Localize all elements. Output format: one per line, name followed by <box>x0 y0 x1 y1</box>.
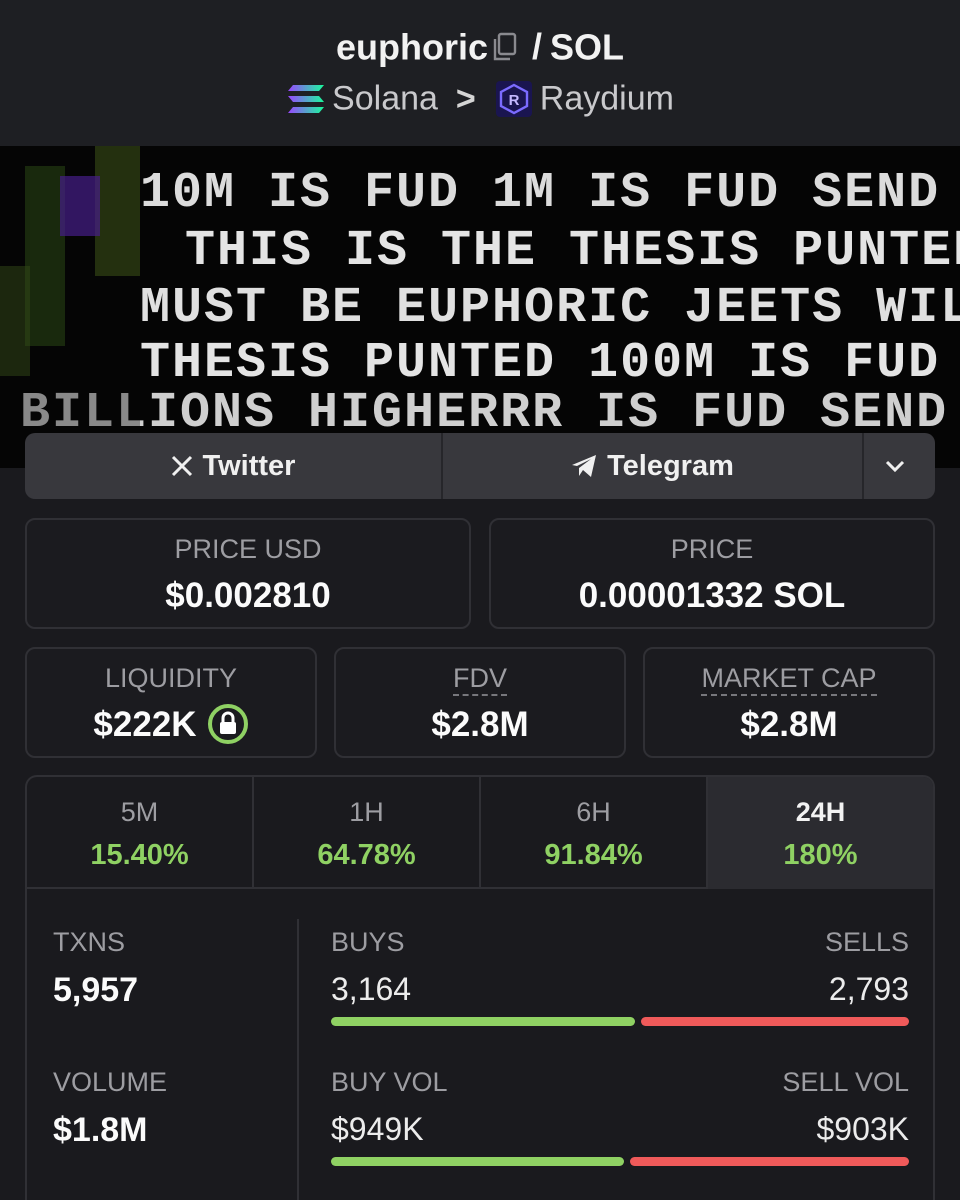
solana-logo-icon <box>288 85 325 114</box>
tab-6h[interactable]: 6H 91.84% <box>481 777 708 889</box>
price-usd-value: $0.002810 <box>165 576 331 615</box>
fdv-label[interactable]: FDV <box>453 663 507 696</box>
panel-divider <box>297 919 299 1200</box>
tab-change: 91.84% <box>544 839 643 871</box>
telegram-button[interactable]: Telegram <box>443 433 864 499</box>
market-cap-box: MARKET CAP $2.8M <box>643 647 935 758</box>
sells-ratio-bar <box>641 1017 909 1026</box>
more-links-button[interactable] <box>864 433 935 499</box>
pair-separator: / <box>531 26 542 68</box>
liquidity-value: $222K <box>93 705 197 744</box>
liquidity-label: LIQUIDITY <box>104 663 238 693</box>
twitter-label: Twitter <box>202 449 296 482</box>
buys-label: BUYS <box>331 927 405 957</box>
breadcrumb-chevron: > <box>455 79 476 118</box>
price-usd-label: PRICE USD <box>174 534 322 564</box>
tab-24h[interactable]: 24H 180% <box>708 777 933 889</box>
liquidity-box: LIQUIDITY $222K <box>25 647 317 758</box>
buys-value: 3,164 <box>331 971 412 1007</box>
quote-token: SOL <box>550 26 625 68</box>
pair-header: euphoric / SOL Solana > R Raydium <box>0 0 960 146</box>
tab-label: 6H <box>576 797 611 827</box>
buy-vol-value: $949K <box>331 1111 424 1147</box>
tab-label: 1H <box>349 797 384 827</box>
banner-line-4: THESIS PUNTED 100M IS FUD 1 <box>140 335 960 392</box>
price-native-box: PRICE 0.00001332 SOL <box>489 518 935 629</box>
tab-change: 180% <box>783 839 858 871</box>
sell-vol-ratio-bar <box>630 1157 909 1166</box>
liquidity-value-row: $222K <box>27 703 315 745</box>
banner-line-3: MUST BE EUPHORIC JEETS WILL <box>140 280 960 337</box>
banner-line-2: THIS IS THE THESIS PUNTED <box>185 223 960 280</box>
transactions-panel: TXNS 5,957 BUYS 3,164 SELLS 2,793 VOLUME… <box>25 889 935 1200</box>
x-logo-icon <box>171 455 192 477</box>
token-banner-image: 10M IS FUD 1M IS FUD SEND THIS IS THE TH… <box>0 146 960 468</box>
tab-label: 5M <box>120 797 159 827</box>
banner-line-1: 10M IS FUD 1M IS FUD SEND <box>140 165 940 222</box>
token-name: euphoric <box>335 26 488 68</box>
chain-breadcrumb: Solana > R Raydium <box>0 78 960 119</box>
price-native-value: 0.00001332 SOL <box>578 576 846 615</box>
social-links-bar: Twitter Telegram <box>25 433 935 499</box>
buy-vol-label: BUY VOL <box>331 1067 448 1097</box>
market-cap-label[interactable]: MARKET CAP <box>701 663 877 696</box>
copy-icon[interactable] <box>492 32 518 62</box>
dex-link[interactable]: Raydium <box>540 80 674 118</box>
twitter-button[interactable]: Twitter <box>25 433 443 499</box>
chain-link[interactable]: Solana <box>332 80 438 118</box>
pair-title: euphoric / SOL <box>0 24 960 68</box>
sell-vol-label: SELL VOL <box>782 1067 909 1097</box>
telegram-plane-icon <box>572 455 597 477</box>
price-native-label: PRICE <box>670 534 754 564</box>
buy-vol-ratio-bar <box>331 1157 624 1166</box>
lock-icon[interactable] <box>207 703 249 745</box>
tab-label: 24H <box>795 797 846 827</box>
sells-value: 2,793 <box>828 971 909 1007</box>
tab-change: 64.78% <box>317 839 416 871</box>
volume-label: VOLUME <box>53 1067 168 1097</box>
buys-ratio-bar <box>331 1017 635 1026</box>
banner-graphic: 10M IS FUD 1M IS FUD SEND THIS IS THE TH… <box>0 146 960 468</box>
chevron-down-icon <box>885 460 904 473</box>
tab-change: 15.40% <box>90 839 189 871</box>
sell-vol-value: $903K <box>816 1111 909 1147</box>
sells-label: SELLS <box>824 927 909 957</box>
svg-text:R: R <box>508 92 519 109</box>
tab-5m[interactable]: 5M 15.40% <box>27 777 254 889</box>
fdv-value: $2.8M <box>431 705 529 744</box>
timeframe-tabs: 5M 15.40% 1H 64.78% 6H 91.84% 24H 180% <box>25 775 935 889</box>
market-cap-value: $2.8M <box>740 705 838 744</box>
price-usd-box: PRICE USD $0.002810 <box>25 518 471 629</box>
fdv-box: FDV $2.8M <box>334 647 626 758</box>
txns-value: 5,957 <box>53 971 139 1009</box>
txns-label: TXNS <box>53 927 126 957</box>
tab-1h[interactable]: 1H 64.78% <box>254 777 481 889</box>
raydium-logo-icon: R <box>495 81 532 118</box>
telegram-label: Telegram <box>607 449 734 482</box>
volume-value: $1.8M <box>53 1111 148 1149</box>
